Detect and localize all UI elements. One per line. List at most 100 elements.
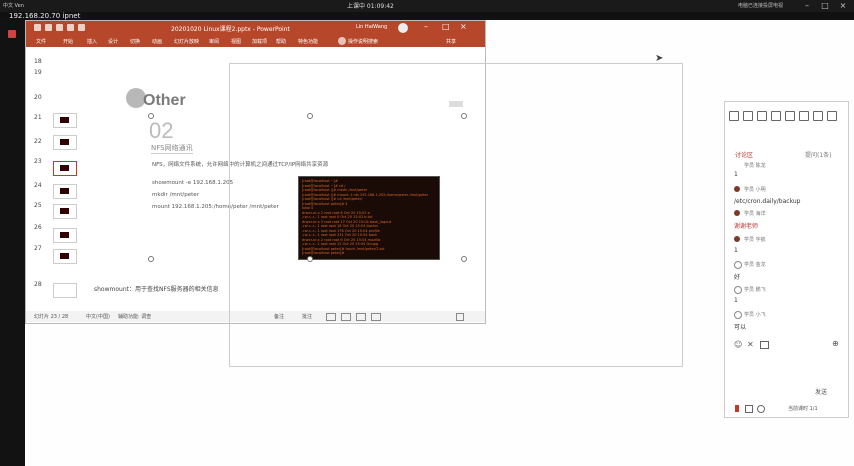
eraser-icon[interactable] xyxy=(785,111,795,121)
tab-transitions[interactable]: 切换 xyxy=(130,38,140,45)
tab-animations[interactable]: 动画 xyxy=(152,38,162,45)
outer-top-bar: 中文 Ven 上课中 01:09:42 电脑已连接投屏电视 – □ × xyxy=(0,0,854,12)
slide-thumbnail[interactable] xyxy=(53,283,77,298)
present-icon[interactable] xyxy=(78,24,85,31)
panel-bottom-bar: 当前课时 1/1 xyxy=(733,405,843,415)
slide-counter: 幻灯片 23 / 28 xyxy=(34,314,69,320)
slide-thumbnail[interactable] xyxy=(53,184,77,199)
tab-slideshow[interactable]: 幻灯片放映 xyxy=(174,38,199,45)
tab-insert[interactable]: 插入 xyxy=(87,38,97,45)
resize-handle[interactable] xyxy=(148,256,154,262)
comment-author: 学员 宇航 xyxy=(744,237,766,243)
tab-file[interactable]: 文件 xyxy=(36,38,46,45)
comment-text: /etc/cron.daily/backup xyxy=(734,198,801,205)
slide-heading: Other xyxy=(143,92,186,109)
ppt-close-icon[interactable]: × xyxy=(460,22,467,31)
remote-app-icon[interactable] xyxy=(8,30,16,38)
ppt-minimize-icon[interactable]: – xyxy=(424,22,428,31)
shared-screen-frame xyxy=(229,63,683,367)
ribbon-tabs: 文件 开始 插入 设计 切换 动画 幻灯片放映 审阅 视图 加载项 帮助 特色功… xyxy=(26,36,485,47)
speaker-notes[interactable]: showmount：用于查找NFS服务器的相关信息 xyxy=(94,284,219,293)
tab-home[interactable]: 开始 xyxy=(63,38,73,45)
rectangle-icon[interactable] xyxy=(771,111,781,121)
session-footer: 当前课时 1/1 xyxy=(788,406,818,412)
comment-author: 学员 金龙 xyxy=(744,262,766,268)
autosave-icon[interactable] xyxy=(34,24,41,31)
ppt-maximize-icon[interactable]: □ xyxy=(442,22,450,31)
accessibility-status[interactable]: 辅助功能: 调查 xyxy=(118,313,151,320)
tell-me-search[interactable]: 操作说明搜索 xyxy=(348,38,378,45)
slide-thumbnail[interactable] xyxy=(53,204,77,219)
image-icon[interactable] xyxy=(760,341,769,349)
comment-author: 学员 鹏飞 xyxy=(744,287,766,293)
discussion-panel: 讨论区 提问(1条) 学员 陈龙 1 学员 小明 /etc/cron.daily… xyxy=(724,101,849,418)
undo-icon[interactable] xyxy=(56,24,63,31)
avatar[interactable] xyxy=(398,23,408,33)
comment-author: 学员 海洋 xyxy=(744,211,766,217)
user-icon xyxy=(734,311,742,319)
slide-thumbnail[interactable] xyxy=(53,113,77,128)
tab-review[interactable]: 审阅 xyxy=(209,38,219,45)
pen-icon[interactable] xyxy=(729,111,739,121)
add-icon[interactable]: ⊕ xyxy=(832,339,839,348)
comment-text: 1 xyxy=(734,171,738,178)
thumb-num: 19 xyxy=(34,69,42,76)
user-icon xyxy=(734,261,742,269)
emoji-icon[interactable]: ☺ xyxy=(734,340,742,349)
ppt-user[interactable]: Lin HaiWang xyxy=(356,24,387,30)
share-button[interactable]: 共享 xyxy=(446,38,456,45)
undo-icon[interactable] xyxy=(813,111,823,121)
slide-thumbnail[interactable] xyxy=(53,249,77,264)
hand-icon[interactable] xyxy=(757,405,765,413)
comment-text: 1 xyxy=(734,297,738,304)
thumb-num: 26 xyxy=(34,224,42,231)
user-icon xyxy=(734,286,742,294)
tab-help[interactable]: 帮助 xyxy=(276,38,286,45)
tab-design[interactable]: 设计 xyxy=(108,38,118,45)
comment-text: 谢谢老师 xyxy=(734,223,759,230)
text-icon[interactable] xyxy=(799,111,809,121)
scissors-icon[interactable]: ✕ xyxy=(747,340,754,349)
maximize-icon[interactable]: □ xyxy=(818,0,832,12)
thumb-num: 23 xyxy=(34,158,42,165)
thumb-num: 20 xyxy=(34,94,42,101)
slide-thumbnail[interactable] xyxy=(53,135,77,150)
send-button[interactable]: 发送 xyxy=(815,387,827,396)
resize-handle[interactable] xyxy=(148,113,154,119)
settings-icon[interactable] xyxy=(827,111,837,121)
camera-icon[interactable] xyxy=(745,405,753,413)
tab-addins[interactable]: 加载项 xyxy=(252,38,267,45)
tab-features[interactable]: 特色功能 xyxy=(298,38,318,45)
comment-text: 1 xyxy=(734,247,738,254)
tab-questions[interactable]: 提问(1条) xyxy=(805,150,832,159)
minimize-icon[interactable]: – xyxy=(800,0,814,12)
ppt-title: 20201020 Linux课程2.pptx - PowerPoint xyxy=(171,26,290,33)
marker-icon[interactable] xyxy=(743,111,753,121)
remote-session-bar: 192.168.20.70 ipnet xyxy=(0,12,854,20)
close-icon[interactable]: × xyxy=(836,0,850,12)
remote-title: 192.168.20.70 ipnet xyxy=(9,12,81,20)
redo-icon[interactable] xyxy=(67,24,74,31)
tab-discussion[interactable]: 讨论区 xyxy=(735,150,753,159)
thumb-num: 25 xyxy=(34,202,42,209)
slide-thumbnail[interactable] xyxy=(53,228,77,243)
slide-text-line: mkdir /mnt/peter xyxy=(152,192,199,198)
outer-top-left-label: 中文 Ven xyxy=(3,3,24,9)
slide-text-line: showmount -e 192.168.1.205 xyxy=(152,180,234,186)
lightbulb-icon xyxy=(338,37,346,45)
thumb-num: 21 xyxy=(34,114,42,121)
comment-author: 学员 陈龙 xyxy=(744,163,766,169)
section-subtitle: NFS网络通讯 xyxy=(151,144,193,154)
thumb-num: 27 xyxy=(34,245,42,252)
recording-timer: 上课中 01:09:42 xyxy=(347,3,394,10)
save-icon[interactable] xyxy=(45,24,52,31)
slide-thumbnail-selected[interactable] xyxy=(53,161,77,176)
language-indicator[interactable]: 中文(中国) xyxy=(86,313,110,320)
line-icon[interactable] xyxy=(757,111,767,121)
tab-view[interactable]: 视图 xyxy=(231,38,241,45)
section-number: 02 xyxy=(149,118,174,143)
thumb-num: 24 xyxy=(34,182,42,189)
comment-author: 学员 小明 xyxy=(744,187,766,193)
mic-icon[interactable] xyxy=(735,405,739,412)
ppt-title-bar: 20201020 Linux课程2.pptx - PowerPoint Lin … xyxy=(26,21,485,36)
